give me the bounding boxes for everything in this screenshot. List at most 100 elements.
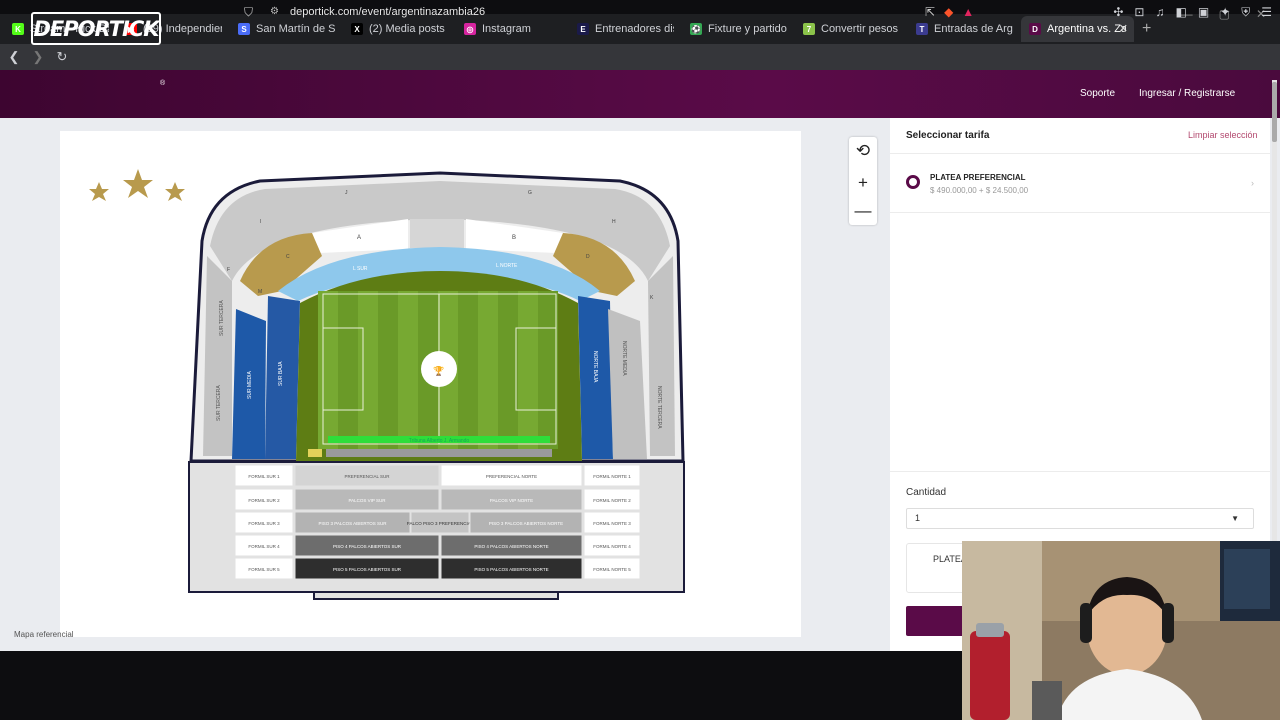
center-sur-section[interactable]: PISO 5 PALCOS ABIERTOS SUR bbox=[294, 557, 440, 580]
zoom-in-button[interactable]: + bbox=[849, 169, 877, 197]
registered-mark: ® bbox=[160, 80, 166, 87]
browser-tab[interactable]: ◎ Instagram bbox=[456, 16, 569, 42]
center-sur-section[interactable]: PALCOS VIP SUR bbox=[294, 488, 440, 511]
forward-icon[interactable]: ❯ bbox=[28, 49, 48, 65]
annex-rows: FORMIL SUR 1 FORMIL NORTE 1 PREFERENCIAL S… bbox=[234, 464, 641, 580]
screenshot-icon[interactable]: ⊡ bbox=[1134, 5, 1144, 20]
share-icon[interactable]: ⇱ bbox=[925, 5, 935, 19]
zoom-controls: ⟲ + — bbox=[849, 137, 877, 225]
back-icon[interactable]: ❮ bbox=[4, 49, 24, 65]
support-link[interactable]: Soporte bbox=[1080, 88, 1115, 99]
svg-text:SUR BAJA: SUR BAJA bbox=[278, 361, 284, 386]
center-sur-section-label: PISO 3 PALCOS ABIERTOS SUR bbox=[318, 521, 387, 526]
formil-norte-section[interactable]: FORMIL NORTE 5 bbox=[583, 557, 641, 580]
tab-title: (2) Media posts by Fra bbox=[369, 23, 448, 35]
address-bar: ❮ ❯ ↻ bbox=[0, 44, 1280, 70]
formil-sur-section[interactable]: FORMIL SUR 4 bbox=[234, 534, 294, 557]
svg-text:I: I bbox=[260, 219, 261, 225]
center-norte-section[interactable]: PISO 4 PALCOS ABIERTOS NORTE bbox=[440, 534, 583, 557]
formil-norte-section[interactable]: FORMIL NORTE 1 bbox=[583, 464, 641, 487]
formil-sur-section[interactable]: FORMIL SUR 5 bbox=[234, 557, 294, 580]
new-tab-button[interactable]: + bbox=[1142, 20, 1151, 38]
center-sur-section-label: PISO 5 PALCOS ABIERTOS SUR bbox=[333, 567, 402, 572]
formil-norte-section[interactable]: FORMIL NORTE 2 bbox=[583, 488, 641, 511]
tab-favicon-icon: E bbox=[577, 23, 589, 35]
center-norte-section[interactable]: PISO 3 PALCOS ABIERTOS NORTE bbox=[469, 511, 583, 534]
formil-norte-section[interactable]: FORMIL NORTE 4 bbox=[583, 534, 641, 557]
tarifa-price: $ 490.000,00 + $ 24.500,00 bbox=[930, 186, 1029, 195]
zoom-out-button[interactable]: — bbox=[849, 197, 877, 225]
formil-sur-section[interactable]: FORMIL SUR 3 bbox=[234, 511, 294, 534]
sidebar-icon[interactable]: ◧ bbox=[1175, 5, 1186, 20]
formil-sur-section-label: FORMIL SUR 1 bbox=[248, 474, 280, 479]
center-preferencial-section[interactable]: PALCO PISO 3 PREFERENCIAL bbox=[407, 511, 474, 534]
formil-norte-section-label: FORMIL NORTE 4 bbox=[593, 544, 631, 549]
center-norte-section-label: PISO 5 PALCOS ABIERTOS NORTE bbox=[474, 567, 548, 572]
sur-tercera-upper[interactable] bbox=[203, 256, 232, 456]
leo-icon[interactable]: ✦ bbox=[1220, 5, 1230, 20]
svg-text:SUR TERCERA: SUR TERCERA bbox=[216, 385, 222, 421]
section-center-top[interactable] bbox=[410, 219, 464, 248]
map-caption: Mapa referencial bbox=[14, 630, 74, 639]
media-icon[interactable]: ♫ bbox=[1155, 5, 1164, 20]
svg-text:L NORTE: L NORTE bbox=[496, 263, 518, 269]
tab-favicon-icon: 7 bbox=[803, 23, 815, 35]
close-tab-icon[interactable]: ✕ bbox=[1119, 22, 1128, 35]
tab-favicon-icon: S bbox=[238, 23, 250, 35]
menu-icon[interactable]: ☰ bbox=[1261, 5, 1272, 20]
svg-text:B: B bbox=[512, 235, 516, 241]
site-info-icon[interactable]: ⚙ bbox=[270, 6, 279, 17]
svg-text:🏆: 🏆 bbox=[433, 365, 444, 376]
bookmark-icon[interactable]: ⛉ bbox=[244, 5, 253, 20]
formil-sur-section[interactable]: FORMIL SUR 1 bbox=[234, 464, 294, 487]
extensions-icon[interactable]: ✣ bbox=[1113, 5, 1123, 20]
login-link[interactable]: Ingresar / Registrarse bbox=[1139, 88, 1235, 99]
reset-view-button[interactable]: ⟲ bbox=[849, 137, 877, 165]
quantity-select[interactable]: 1 ▼ bbox=[906, 508, 1254, 529]
center-norte-section-label: PISO 4 PALCOS ABIERTOS NORTE bbox=[474, 544, 548, 549]
vpn-icon[interactable]: ⛨ bbox=[1241, 5, 1250, 20]
tab-title: Fixture y partidos de 3 bbox=[708, 23, 787, 35]
deportick-logo[interactable]: DEPORTICK bbox=[31, 12, 161, 45]
center-sur-section-label: PREFERENCIAL SUR bbox=[344, 474, 390, 479]
brave-rewards-icon[interactable]: ▲ bbox=[962, 5, 974, 19]
brave-shield-icon[interactable]: ◆ bbox=[944, 5, 953, 19]
tab-title: Convertir pesos argent bbox=[821, 23, 900, 35]
wallet-icon[interactable]: ▣ bbox=[1198, 5, 1209, 20]
browser-tab[interactable]: E Entrenadores disponit bbox=[569, 16, 682, 42]
browser-tab[interactable]: 7 Convertir pesos argent bbox=[795, 16, 908, 42]
formil-norte-section-label: FORMIL NORTE 5 bbox=[593, 567, 631, 572]
center-norte-section[interactable]: PALCOS VIP NORTE bbox=[440, 488, 583, 511]
svg-text:NORTE MEDIA: NORTE MEDIA bbox=[621, 341, 627, 376]
svg-text:M: M bbox=[258, 289, 262, 295]
svg-text:H: H bbox=[612, 219, 616, 225]
formil-norte-section[interactable]: FORMIL NORTE 3 bbox=[583, 511, 641, 534]
reload-icon[interactable]: ↻ bbox=[52, 49, 72, 65]
tarifa-name[interactable]: PLATEA PREFERENCIAL bbox=[930, 173, 1026, 182]
formil-sur-section[interactable]: FORMIL SUR 2 bbox=[234, 488, 294, 511]
panel-title: Seleccionar tarifa bbox=[906, 130, 990, 141]
buy-button[interactable] bbox=[906, 606, 966, 636]
center-norte-section[interactable]: PREFERENCIAL NORTE bbox=[440, 464, 583, 487]
center-sur-section[interactable]: PISO 4 PALCOS ABIERTOS SUR bbox=[294, 534, 440, 557]
center-norte-section[interactable]: PISO 5 PALCOS ABIERTOS NORTE bbox=[440, 557, 583, 580]
svg-text:G: G bbox=[528, 190, 532, 196]
formil-sur-section-label: FORMIL SUR 3 bbox=[248, 521, 280, 526]
center-sur-section[interactable]: PREFERENCIAL SUR bbox=[294, 464, 440, 487]
browser-tab[interactable]: ⚽ Fixture y partidos de 3 bbox=[682, 16, 795, 42]
clear-selection-link[interactable]: Limpiar selección bbox=[1188, 130, 1258, 140]
stadium-map[interactable]: 🏆 Tribuna Alberto J. Armando JG IH FK AB… bbox=[60, 131, 801, 637]
page-scrollbar-thumb[interactable] bbox=[1272, 82, 1277, 142]
url-field[interactable]: deportick.com/event/argentinazambia26 bbox=[290, 6, 485, 18]
svg-text:SUR TERCERA: SUR TERCERA bbox=[219, 300, 225, 336]
center-preferencial-section-label: PALCO PISO 3 PREFERENCIAL bbox=[407, 521, 474, 526]
browser-tab[interactable]: T Entradas de Argentina bbox=[908, 16, 1021, 42]
formil-sur-section-label: FORMIL SUR 4 bbox=[248, 544, 280, 549]
tab-favicon-icon: D bbox=[1029, 23, 1041, 35]
center-sur-section[interactable]: PISO 3 PALCOS ABIERTOS SUR bbox=[294, 511, 411, 534]
tab-favicon-icon: ◎ bbox=[464, 23, 476, 35]
tarifa-radio[interactable] bbox=[906, 175, 920, 189]
chevron-right-icon[interactable]: › bbox=[1251, 178, 1254, 188]
browser-tab[interactable]: X (2) Media posts by Fra bbox=[343, 16, 456, 42]
browser-tab-bar: KStream - Kick Dashbo▶(39) Independiente… bbox=[0, 14, 1280, 44]
